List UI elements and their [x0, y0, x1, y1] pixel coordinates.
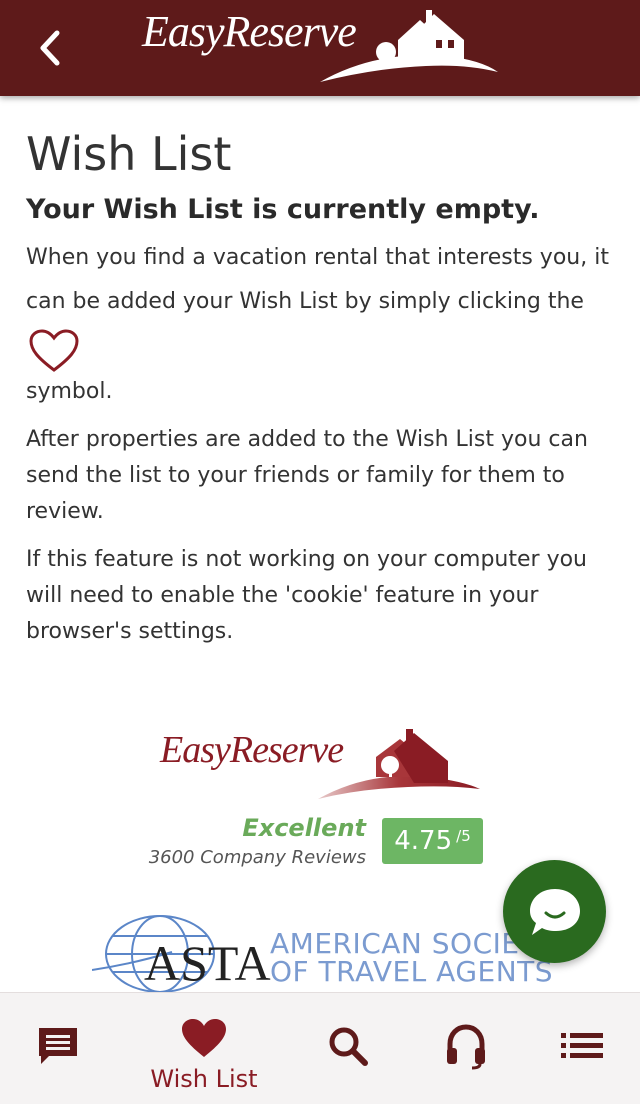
page-title: Wish List: [26, 127, 232, 181]
rating-max: /5: [456, 827, 471, 845]
message-icon: [39, 1028, 77, 1064]
instructions-line-2: can be added your Wish List by simply cl…: [26, 289, 584, 314]
house-logo-icon: [320, 10, 498, 82]
nav-menu[interactable]: [518, 993, 640, 1104]
heart-icon: [182, 1019, 226, 1057]
instructions-line-1: When you find a vacation rental that int…: [26, 245, 609, 270]
footer-house-logo: [318, 729, 480, 799]
asta-line-2: OF TRAVEL AGENTS: [270, 955, 554, 988]
list-icon: [561, 1033, 603, 1058]
chevron-left-icon: [40, 30, 60, 66]
asta-abbrev: ASTA: [144, 935, 271, 991]
nav-search[interactable]: [284, 993, 412, 1104]
cookie-paragraph: If this feature is not working on your c…: [26, 547, 587, 644]
instructions-paragraph: When you find a vacation rental that int…: [26, 240, 616, 410]
nav-wish-list[interactable]: Wish List: [140, 993, 268, 1104]
instructions-line-3: symbol.: [26, 379, 113, 404]
headphones-icon: [447, 1024, 485, 1070]
rating-label: Excellent: [242, 814, 366, 842]
rating-badge[interactable]: 4.75 /5: [382, 818, 483, 864]
rating-score: 4.75: [394, 826, 453, 856]
nav-messages[interactable]: [0, 993, 122, 1104]
nav-wish-list-label: Wish List: [150, 1065, 258, 1093]
asta-logo: ASTA: [92, 915, 271, 993]
search-icon: [329, 1027, 368, 1066]
chat-button[interactable]: [503, 860, 606, 963]
share-paragraph: After properties are added to the Wish L…: [26, 427, 588, 524]
back-button[interactable]: [30, 26, 70, 70]
empty-state-heading: Your Wish List is currently empty.: [26, 194, 540, 225]
wish-list-content: Wish List Your Wish List is currently em…: [26, 96, 616, 650]
nav-support[interactable]: [402, 993, 530, 1104]
app-header: EasyReserve: [0, 0, 640, 96]
chat-bubble-icon: [529, 888, 580, 935]
reviews-count: 3600 Company Reviews: [148, 847, 366, 868]
bottom-nav: Wish List: [0, 992, 640, 1104]
heart-outline-icon: [29, 329, 79, 372]
